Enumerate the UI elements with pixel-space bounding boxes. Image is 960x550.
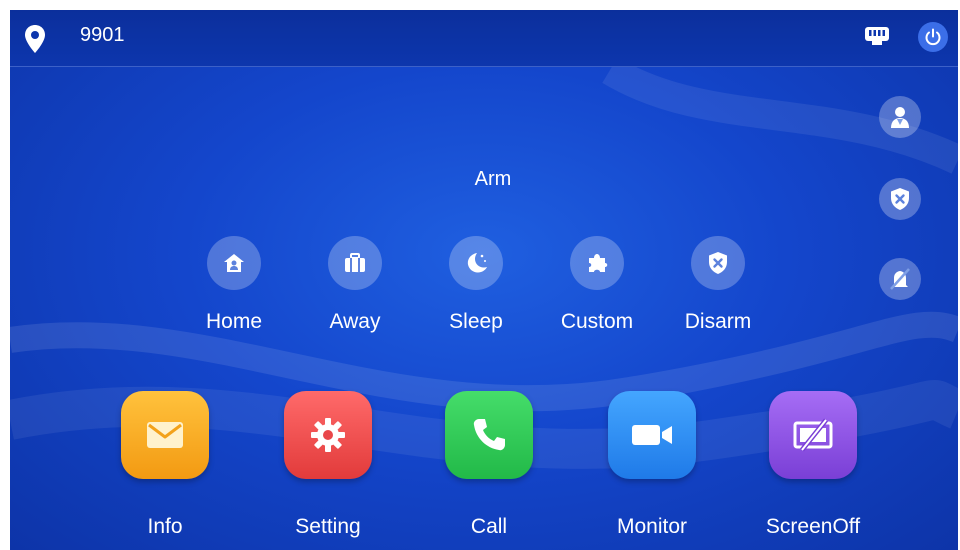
mode-away-circle [328, 236, 382, 290]
location-pin-icon [25, 25, 45, 53]
app-setting[interactable]: Setting [268, 391, 388, 539]
power-icon [925, 28, 941, 46]
puzzle-icon [589, 254, 608, 272]
mode-sleep-label: Sleep [449, 310, 503, 333]
user-manager-icon [891, 107, 909, 128]
mute-alarm-icon [890, 268, 910, 290]
app-screenoff[interactable]: ScreenOff [753, 391, 873, 539]
room-number: 9901 [80, 24, 125, 46]
home-icon [224, 254, 244, 272]
app-call-label: Call [470, 515, 508, 538]
mode-sleep-circle [449, 236, 503, 290]
mute-alarm-button[interactable] [879, 258, 921, 300]
app-info-tile [121, 391, 209, 479]
status-bar: 9901 [10, 10, 958, 67]
mail-icon [147, 422, 183, 448]
app-info-label: Info [147, 515, 183, 538]
ethernet-icon [865, 27, 889, 45]
mode-home-label: Home [205, 310, 263, 333]
app-setting-label: Setting [295, 515, 361, 538]
app-call[interactable]: Call [429, 391, 549, 539]
app-monitor-tile [608, 391, 696, 479]
phone-icon [473, 419, 505, 451]
app-setting-tile [284, 391, 372, 479]
mode-disarm-circle [691, 236, 745, 290]
video-camera-icon [632, 425, 672, 445]
mode-away[interactable]: Away [300, 236, 410, 334]
mode-home-circle [207, 236, 261, 290]
moon-icon [467, 253, 487, 273]
power-button[interactable] [918, 22, 948, 52]
app-screenoff-tile [769, 391, 857, 479]
briefcase-icon [345, 253, 365, 272]
disarm-shield-button[interactable] [879, 178, 921, 220]
user-manager-button[interactable] [879, 96, 921, 138]
disarm-shield-icon [891, 188, 909, 210]
mode-disarm-label: Disarm [684, 310, 752, 333]
arm-title: Arm [474, 168, 512, 190]
shield-x-icon [709, 252, 727, 274]
app-screenoff-label: ScreenOff [765, 515, 861, 538]
mode-custom-label: Custom [560, 310, 634, 333]
app-call-tile [445, 391, 533, 479]
mode-custom[interactable]: Custom [542, 236, 652, 334]
mode-home[interactable]: Home [179, 236, 289, 334]
mode-disarm[interactable]: Disarm [663, 236, 773, 334]
home-screen: 9901 Arm Home Away Sleep Custom Disarm I… [10, 10, 958, 550]
mode-sleep[interactable]: Sleep [421, 236, 531, 334]
app-monitor-label: Monitor [616, 515, 688, 538]
screen-off-icon [793, 418, 833, 452]
mode-away-label: Away [329, 310, 381, 333]
gear-icon [311, 418, 345, 452]
mode-custom-circle [570, 236, 624, 290]
app-monitor[interactable]: Monitor [592, 391, 712, 539]
app-info[interactable]: Info [105, 391, 225, 539]
